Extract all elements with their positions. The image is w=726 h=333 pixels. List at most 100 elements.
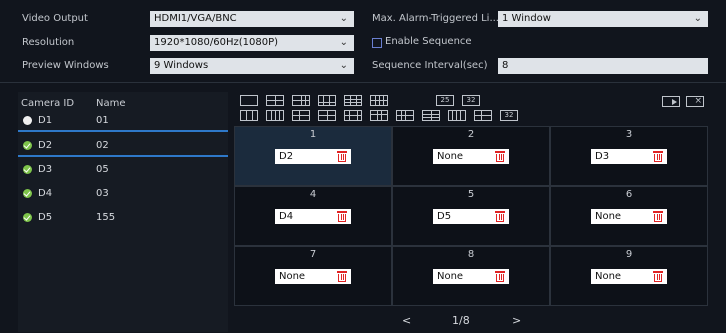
camera-id: D1 [38,115,53,126]
layout-custom-icon[interactable] [240,110,258,121]
trash-icon[interactable] [495,151,505,162]
preview-window-6[interactable]: 6 None [550,186,708,246]
camera-value: D4 [279,211,294,222]
window-number: 8 [467,249,475,260]
layout-6-icon[interactable] [292,95,310,106]
layout-4-icon[interactable] [266,95,284,106]
camera-row-d1[interactable]: D1 01 [18,111,228,130]
trash-icon[interactable] [337,211,347,222]
camera-select[interactable]: D3 [591,149,667,164]
preview-window-9[interactable]: 9 None [550,246,708,306]
camera-select[interactable]: None [433,269,509,284]
camera-id: D2 [38,140,53,151]
trash-icon[interactable] [337,271,347,282]
preview-window-3[interactable]: 3 D3 [550,126,708,186]
preview-window-5[interactable]: 5 D5 [392,186,550,246]
camera-value: None [437,151,464,162]
camera-select[interactable]: D2 [275,149,351,164]
camera-value: D3 [595,151,610,162]
preview-window-8[interactable]: 8 None [392,246,550,306]
trash-icon[interactable] [653,271,663,282]
preview-window-2[interactable]: 2 None [392,126,550,186]
page-indicator: 1/8 [452,314,470,327]
preview-window-4[interactable]: 4 D4 [234,186,392,246]
sequence-interval-input[interactable]: 8 [498,58,708,74]
layout-custom-icon[interactable] [344,110,362,121]
window-number: 4 [309,189,317,200]
alarm-triggered-select[interactable]: 1 Window ⌄ [498,11,708,27]
sequence-interval-value: 8 [502,60,509,71]
layout-9-icon[interactable] [344,95,362,106]
layout-custom-icon[interactable] [318,110,336,121]
camera-row-d5[interactable]: D5 155 [18,208,228,227]
chevron-down-icon: ⌄ [339,60,348,71]
layout-custom-icon[interactable] [292,110,310,121]
layout-custom-icon[interactable] [422,110,440,121]
trash-icon[interactable] [337,151,347,162]
check-icon [23,213,32,222]
camera-name: 05 [96,164,109,175]
camera-select[interactable]: D4 [275,209,351,224]
camera-name: 155 [96,212,116,223]
video-output-value: HDMI1/VGA/BNC [154,13,237,24]
camera-value: None [437,271,464,282]
camera-value: D2 [279,151,294,162]
trash-icon[interactable] [653,151,663,162]
layout-25-icon[interactable]: 25 [436,95,454,106]
camera-value: None [595,271,622,282]
camera-value: D5 [437,211,452,222]
layout-32-custom-icon[interactable]: 32 [500,110,518,121]
alarm-triggered-label: Max. Alarm-Triggered Li... [372,13,499,24]
divider [0,82,726,83]
check-icon [23,141,32,150]
chevron-down-icon: ⌄ [339,13,348,24]
video-output-select[interactable]: HDMI1/VGA/BNC ⌄ [150,11,354,27]
camera-list: Camera ID Name D1 01 D2 02 D3 05 D4 03 D… [18,92,228,332]
alarm-triggered-value: 1 Window [502,13,551,24]
window-number: 9 [625,249,633,260]
unassigned-status-icon [23,116,32,125]
check-icon [23,165,32,174]
layout-custom-icon[interactable] [448,110,466,121]
camera-row-d3[interactable]: D3 05 [18,160,228,179]
preview-window-1[interactable]: 1 D2 [234,126,392,186]
layout-32-icon[interactable]: 32 [462,95,480,106]
row-highlight-bottom [18,155,228,157]
enable-sequence-checkbox[interactable] [372,38,382,48]
camera-select[interactable]: None [433,149,509,164]
trash-icon[interactable] [653,211,663,222]
camera-id: D5 [38,212,53,223]
layout-custom-icon[interactable] [266,110,284,121]
next-page-button[interactable]: > [512,314,521,327]
preview-windows-select[interactable]: 9 Windows ⌄ [150,58,354,74]
start-sequence-icon[interactable] [662,96,680,107]
layout-custom-icon[interactable] [396,110,414,121]
camera-value: None [595,211,622,222]
camera-row-d2[interactable]: D2 02 [18,136,228,155]
camera-select[interactable]: None [591,269,667,284]
layout-1-icon[interactable] [240,95,258,106]
camera-name: 03 [96,188,109,199]
camera-select[interactable]: None [591,209,667,224]
camera-name: 02 [96,140,109,151]
trash-icon[interactable] [495,271,505,282]
trash-icon[interactable] [495,211,505,222]
preview-grid: 1 D2 2 None 3 D3 4 D4 5 D5 6 None 7 None… [234,126,708,308]
preview-window-7[interactable]: 7 None [234,246,392,306]
camera-list-header: Camera ID Name [18,92,228,110]
layout-custom-icon[interactable] [474,110,492,121]
resolution-select[interactable]: 1920*1080/60Hz(1080P) ⌄ [150,35,354,51]
video-output-label: Video Output [22,13,88,24]
camera-select[interactable]: D5 [433,209,509,224]
layout-16-icon[interactable] [370,95,388,106]
layout-8-icon[interactable] [318,95,336,106]
camera-select[interactable]: None [275,269,351,284]
stop-sequence-icon[interactable]: × [686,96,704,107]
preview-windows-label: Preview Windows [22,60,109,71]
prev-page-button[interactable]: < [402,314,411,327]
camera-row-d4[interactable]: D4 03 [18,184,228,203]
window-number: 5 [467,189,475,200]
layout-custom-icon[interactable] [370,110,388,121]
chevron-down-icon: ⌄ [339,37,348,48]
resolution-value: 1920*1080/60Hz(1080P) [154,37,279,48]
